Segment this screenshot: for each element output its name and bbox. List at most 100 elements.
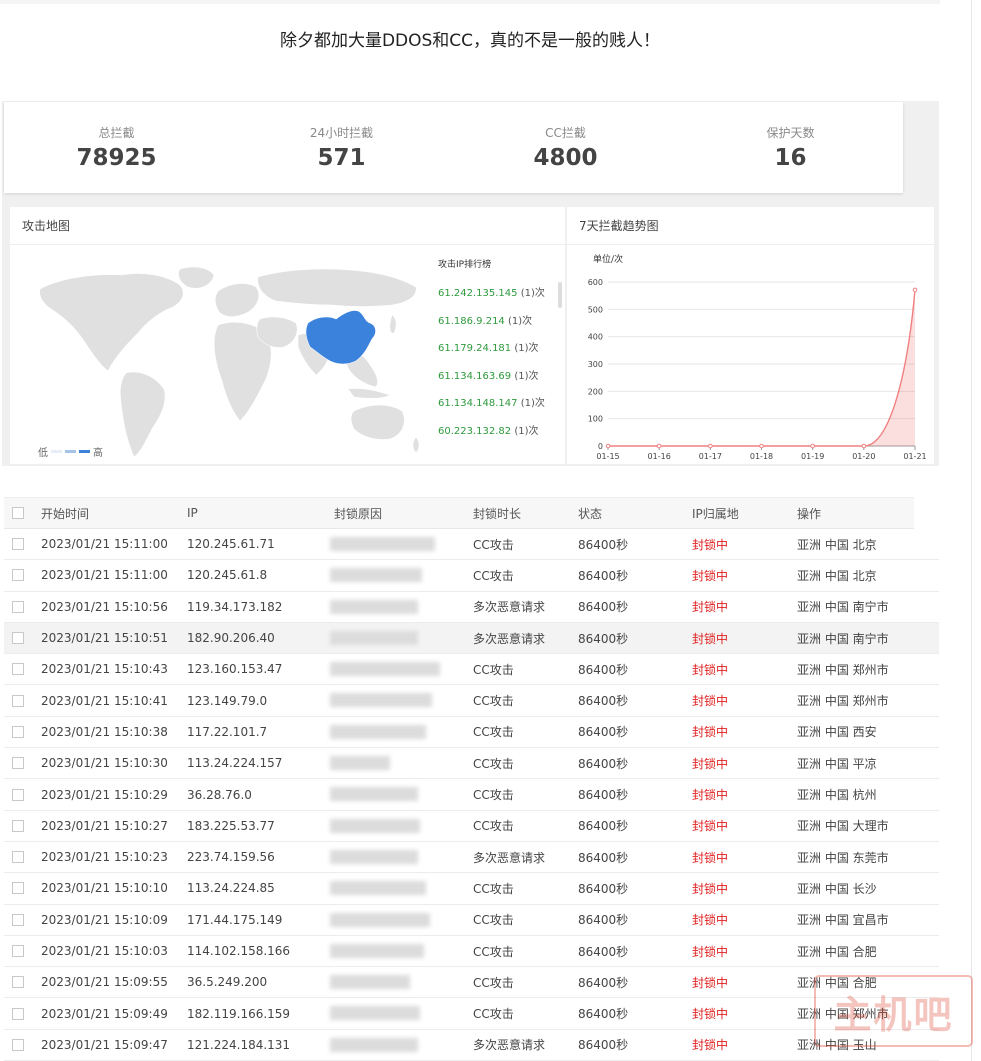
cell-ip: 120.245.61.8 [187, 568, 268, 583]
cell-duration: 86400秒 [578, 975, 629, 990]
attack-ip-ranking[interactable]: 攻击IP排行榜 61.242.135.145 (1)次 61.186.9.214… [438, 257, 556, 437]
ranking-item[interactable]: 61.134.163.69 (1)次 [438, 367, 556, 395]
ranking-item[interactable]: 61.179.24.181 (1)次 [438, 339, 556, 367]
data-point [810, 443, 815, 449]
cell-duration: 86400秒 [578, 788, 629, 803]
cell-status: 封锁中 [692, 975, 729, 990]
x-tick-label: 01-19 [801, 452, 824, 461]
table-row[interactable]: 2023/01/21 15:09:47 121.224.184.131 多次恶意请求… [4, 1029, 939, 1061]
row-checkbox[interactable] [12, 632, 24, 645]
table-row[interactable]: 2023/01/21 15:10:41 123.149.79.0 CC攻击 86400… [4, 685, 939, 717]
cell-start-time: 2023/01/21 15:10:27 [41, 818, 168, 833]
table-row[interactable]: 2023/01/21 15:10:30 113.24.224.157 CC攻击 864… [4, 748, 939, 780]
map-region-indonesia [347, 388, 391, 399]
cell-block-type: CC攻击 [473, 881, 514, 896]
cell-duration: 86400秒 [578, 850, 629, 865]
table-row[interactable]: 2023/01/21 15:10:27 183.225.53.77 CC攻击 8640… [4, 810, 939, 842]
table-row[interactable]: 2023/01/21 15:10:38 117.22.101.7 CC攻击 86400… [4, 716, 939, 749]
cell-block-type: CC攻击 [473, 975, 514, 990]
table-row[interactable]: 2023/01/21 15:10:03 114.102.158.166 CC攻击 86… [4, 935, 939, 968]
stat-value: 78925 [76, 145, 157, 171]
table-row[interactable]: 2023/01/21 15:10:29 36.28.76.0 CC攻击 86400秒 封… [4, 779, 939, 811]
row-checkbox[interactable] [12, 913, 24, 926]
cell-location: 亚洲 中国 长沙 [797, 881, 877, 896]
data-point [708, 443, 713, 449]
x-tick-label: 01-20 [852, 452, 875, 461]
ranking-ip: 61.134.148.147 [438, 398, 518, 409]
stat-value: 16 [774, 145, 807, 171]
watermark-logo: 主机吧 [814, 975, 973, 1047]
stats-card: 总拦截 78925 24小时拦截 571 CC拦截 4800 保护天数 16 [4, 102, 903, 193]
table-row[interactable]: 2023/01/21 15:10:09 171.44.175.149 CC攻击 864… [4, 904, 939, 936]
cell-duration: 86400秒 [578, 568, 629, 583]
table-row[interactable]: 2023/01/21 15:10:56 119.34.173.182 多次恶意请求 8… [4, 591, 939, 623]
cell-status: 封锁中 [692, 788, 729, 803]
row-checkbox[interactable] [12, 882, 24, 895]
x-tick-label: 01-21 [903, 452, 926, 461]
header-ip: IP [187, 506, 198, 520]
row-checkbox[interactable] [12, 663, 24, 676]
cell-location: 亚洲 中国 东莞市 [797, 850, 889, 865]
ranking-count: (1)次 [520, 398, 545, 409]
map-region-south-america [119, 371, 166, 458]
x-tick-label: 01-18 [750, 452, 773, 461]
cell-start-time: 2023/01/21 15:10:09 [41, 912, 168, 927]
ranking-ip: 60.223.132.82 [438, 425, 512, 437]
table-row[interactable]: 2023/01/21 15:11:00 120.245.61.8 CC攻击 86400… [4, 560, 939, 592]
ranking-count: (1)次 [514, 425, 539, 437]
cell-block-type: CC攻击 [473, 725, 514, 740]
cell-status: 封锁中 [692, 725, 729, 740]
cell-reason-redacted [330, 849, 418, 864]
cell-block-type: CC攻击 [473, 788, 514, 803]
row-checkbox[interactable] [12, 788, 24, 801]
ranking-item[interactable]: 61.186.9.214 (1)次 [438, 312, 556, 340]
cell-ip: 36.5.249.200 [187, 975, 268, 990]
ranking-item[interactable]: 61.134.148.147 (1)次 [438, 394, 556, 422]
table-row[interactable]: 2023/01/21 15:10:23 223.74.159.56 多次恶意请求 86… [4, 841, 939, 874]
cell-status: 封锁中 [692, 600, 729, 615]
row-checkbox[interactable] [12, 538, 24, 551]
cell-duration: 86400秒 [578, 600, 629, 615]
row-checkbox[interactable] [12, 569, 24, 582]
cell-ip: 120.245.61.71 [187, 537, 275, 552]
cell-duration: 86400秒 [578, 944, 629, 959]
ranking-scrollbar[interactable] [558, 282, 562, 308]
table-row[interactable]: 2023/01/21 15:10:43 123.160.153.47 CC攻击 864… [4, 654, 939, 686]
table-row[interactable]: 2023/01/21 15:09:49 182.119.166.159 CC攻击 86… [4, 998, 939, 1030]
cell-ip: 113.24.224.157 [187, 756, 283, 771]
row-checkbox[interactable] [12, 757, 24, 770]
row-checkbox[interactable] [12, 976, 24, 989]
attack-map-panel: 攻击地图 低 高 攻击IP排行榜 61.242.135.145 (1)次 61.… [10, 207, 565, 464]
row-checkbox[interactable] [12, 819, 24, 832]
legend-swatch-high [79, 450, 90, 453]
map-region-greenland [178, 266, 215, 289]
ranking-item[interactable]: 61.242.135.145 (1)次 [438, 284, 556, 312]
cell-location: 亚洲 中国 郑州市 [797, 662, 889, 677]
cell-ip: 117.22.101.7 [187, 724, 268, 739]
map-legend: 低 高 [38, 444, 103, 459]
table-row[interactable]: 2023/01/21 15:10:10 113.24.224.85 CC攻击 8640… [4, 873, 939, 905]
world-map[interactable] [30, 261, 430, 461]
ranking-item[interactable]: 60.223.132.82 (1)次 [438, 422, 556, 438]
cell-ip: 183.225.53.77 [187, 818, 275, 833]
row-checkbox[interactable] [12, 1038, 24, 1051]
row-checkbox[interactable] [12, 851, 24, 864]
row-checkbox[interactable] [12, 1007, 24, 1020]
cell-ip: 123.149.79.0 [187, 693, 268, 708]
chart-unit-label: 单位/次 [593, 253, 623, 265]
select-all-checkbox[interactable] [12, 507, 24, 519]
cell-duration: 86400秒 [578, 913, 629, 928]
row-checkbox[interactable] [12, 600, 24, 613]
cell-duration: 86400秒 [578, 881, 629, 896]
row-checkbox[interactable] [12, 694, 24, 707]
cell-ip: 119.34.173.182 [187, 599, 283, 614]
table-row[interactable]: 2023/01/21 15:10:51 182.90.206.40 多次恶意请求 86… [4, 622, 939, 655]
table-row[interactable]: 2023/01/21 15:11:00 120.245.61.71 CC攻击 8640… [4, 529, 939, 561]
table-row[interactable]: 2023/01/21 15:09:55 36.5.249.200 CC攻击 86400… [4, 967, 939, 999]
cell-ip: 223.74.159.56 [187, 850, 275, 865]
row-checkbox[interactable] [12, 725, 24, 738]
cell-status: 封锁中 [692, 694, 729, 709]
cell-status: 封锁中 [692, 913, 729, 928]
trend-chart-panel: 7天拦截趋势图 单位/次 0 100 200 300 400 500 600 01-15 01… [567, 207, 934, 464]
row-checkbox[interactable] [12, 945, 24, 957]
